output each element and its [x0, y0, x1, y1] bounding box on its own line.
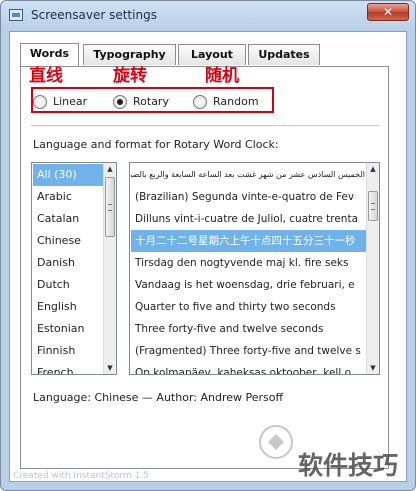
- annotation-rotary: 旋转: [113, 66, 147, 86]
- format-sample-list[interactable]: الخميس السادس عشر من شهر غشت بعد الساعة …: [129, 162, 380, 375]
- words-tab-panel: 直线 旋转 随机 Linear Rotary Random Language a…: [20, 66, 389, 469]
- radio-linear-label[interactable]: Linear: [53, 95, 87, 108]
- sample-scroll-thumb[interactable]: [368, 191, 378, 221]
- sample-list-scrollbar[interactable]: ▲ ▼: [366, 163, 379, 374]
- sample-item[interactable]: Three forty-five and twelve seconds: [131, 318, 367, 340]
- radio-random-label[interactable]: Random: [213, 95, 259, 108]
- language-item[interactable]: Finnish: [33, 340, 105, 362]
- language-item[interactable]: French: [33, 362, 105, 374]
- format-section-label: Language and format for Rotary Word Cloc…: [33, 138, 279, 151]
- sample-item[interactable]: Vandaag is het woensdag, drie februari, …: [131, 274, 367, 296]
- language-item[interactable]: Danish: [33, 252, 105, 274]
- sample-item[interactable]: (Fragmented) Three forty-five and twelve…: [131, 340, 367, 362]
- language-item[interactable]: Dutch: [33, 274, 105, 296]
- sample-item[interactable]: Quarter to five and thirty two seconds: [131, 296, 367, 318]
- window-title: Screensaver settings: [31, 8, 157, 22]
- language-list[interactable]: All (30) Arabic Catalan Chinese Danish D…: [31, 162, 117, 375]
- scroll-up-arrow-icon[interactable]: ▲: [104, 163, 116, 175]
- sample-item[interactable]: Tirsdag den nogtyvende maj kl. fire seks: [131, 252, 367, 274]
- radio-linear-indicator[interactable]: [33, 95, 47, 109]
- sample-item[interactable]: الخميس السادس عشر من شهر غشت بعد الساعة …: [131, 164, 367, 186]
- radio-random-indicator[interactable]: [193, 95, 207, 109]
- radio-rotary-label[interactable]: Rotary: [133, 95, 169, 108]
- scroll-up-arrow-icon[interactable]: ▲: [367, 163, 379, 175]
- watermark-text: 软件技巧: [298, 451, 399, 480]
- language-scroll-thumb[interactable]: [105, 177, 115, 237]
- sample-item[interactable]: Dilluns vint-i-cuatre de Juliol, cuatre …: [131, 208, 367, 230]
- sample-item[interactable]: On kolmapäev, kaheksas oktoober, kell o: [131, 362, 367, 374]
- close-button[interactable]: ✕: [367, 3, 409, 21]
- footer-credit: Created with InstantStorm 1.5: [13, 471, 149, 481]
- title-bar[interactable]: Screensaver settings ✕: [1, 1, 415, 31]
- mode-radio-group: Linear Rotary Random: [31, 87, 274, 113]
- language-item[interactable]: Estonian: [33, 318, 105, 340]
- language-item[interactable]: Arabic: [33, 186, 105, 208]
- scroll-down-arrow-icon[interactable]: ▼: [367, 362, 379, 374]
- watermark-logo-icon: [259, 425, 293, 459]
- tab-updates[interactable]: Updates: [248, 44, 320, 65]
- client-area: Words Typography Layout Updates 直线 旋转 随机…: [9, 31, 407, 482]
- divider-highlight: [31, 126, 379, 127]
- radio-rotary-indicator[interactable]: [113, 95, 127, 109]
- language-item[interactable]: English: [33, 296, 105, 318]
- sample-item[interactable]: 十月二十二号星期六上午十点四十五分三十一秒: [131, 230, 367, 252]
- language-item[interactable]: Catalan: [33, 208, 105, 230]
- language-item[interactable]: Chinese: [33, 230, 105, 252]
- tab-words[interactable]: Words: [20, 43, 79, 66]
- scroll-down-arrow-icon[interactable]: ▼: [104, 362, 116, 374]
- selection-status: Language: Chinese — Author: Andrew Perso…: [33, 391, 284, 404]
- language-item[interactable]: All (30): [33, 164, 105, 186]
- app-icon: [9, 9, 23, 21]
- annotation-random: 随机: [205, 66, 239, 86]
- sample-item[interactable]: (Brazilian) Segunda vinte-e-quatro de Fe…: [131, 186, 367, 208]
- language-list-scrollbar[interactable]: ▲ ▼: [103, 163, 116, 374]
- settings-window: Screensaver settings ✕ Words Typography …: [0, 0, 416, 491]
